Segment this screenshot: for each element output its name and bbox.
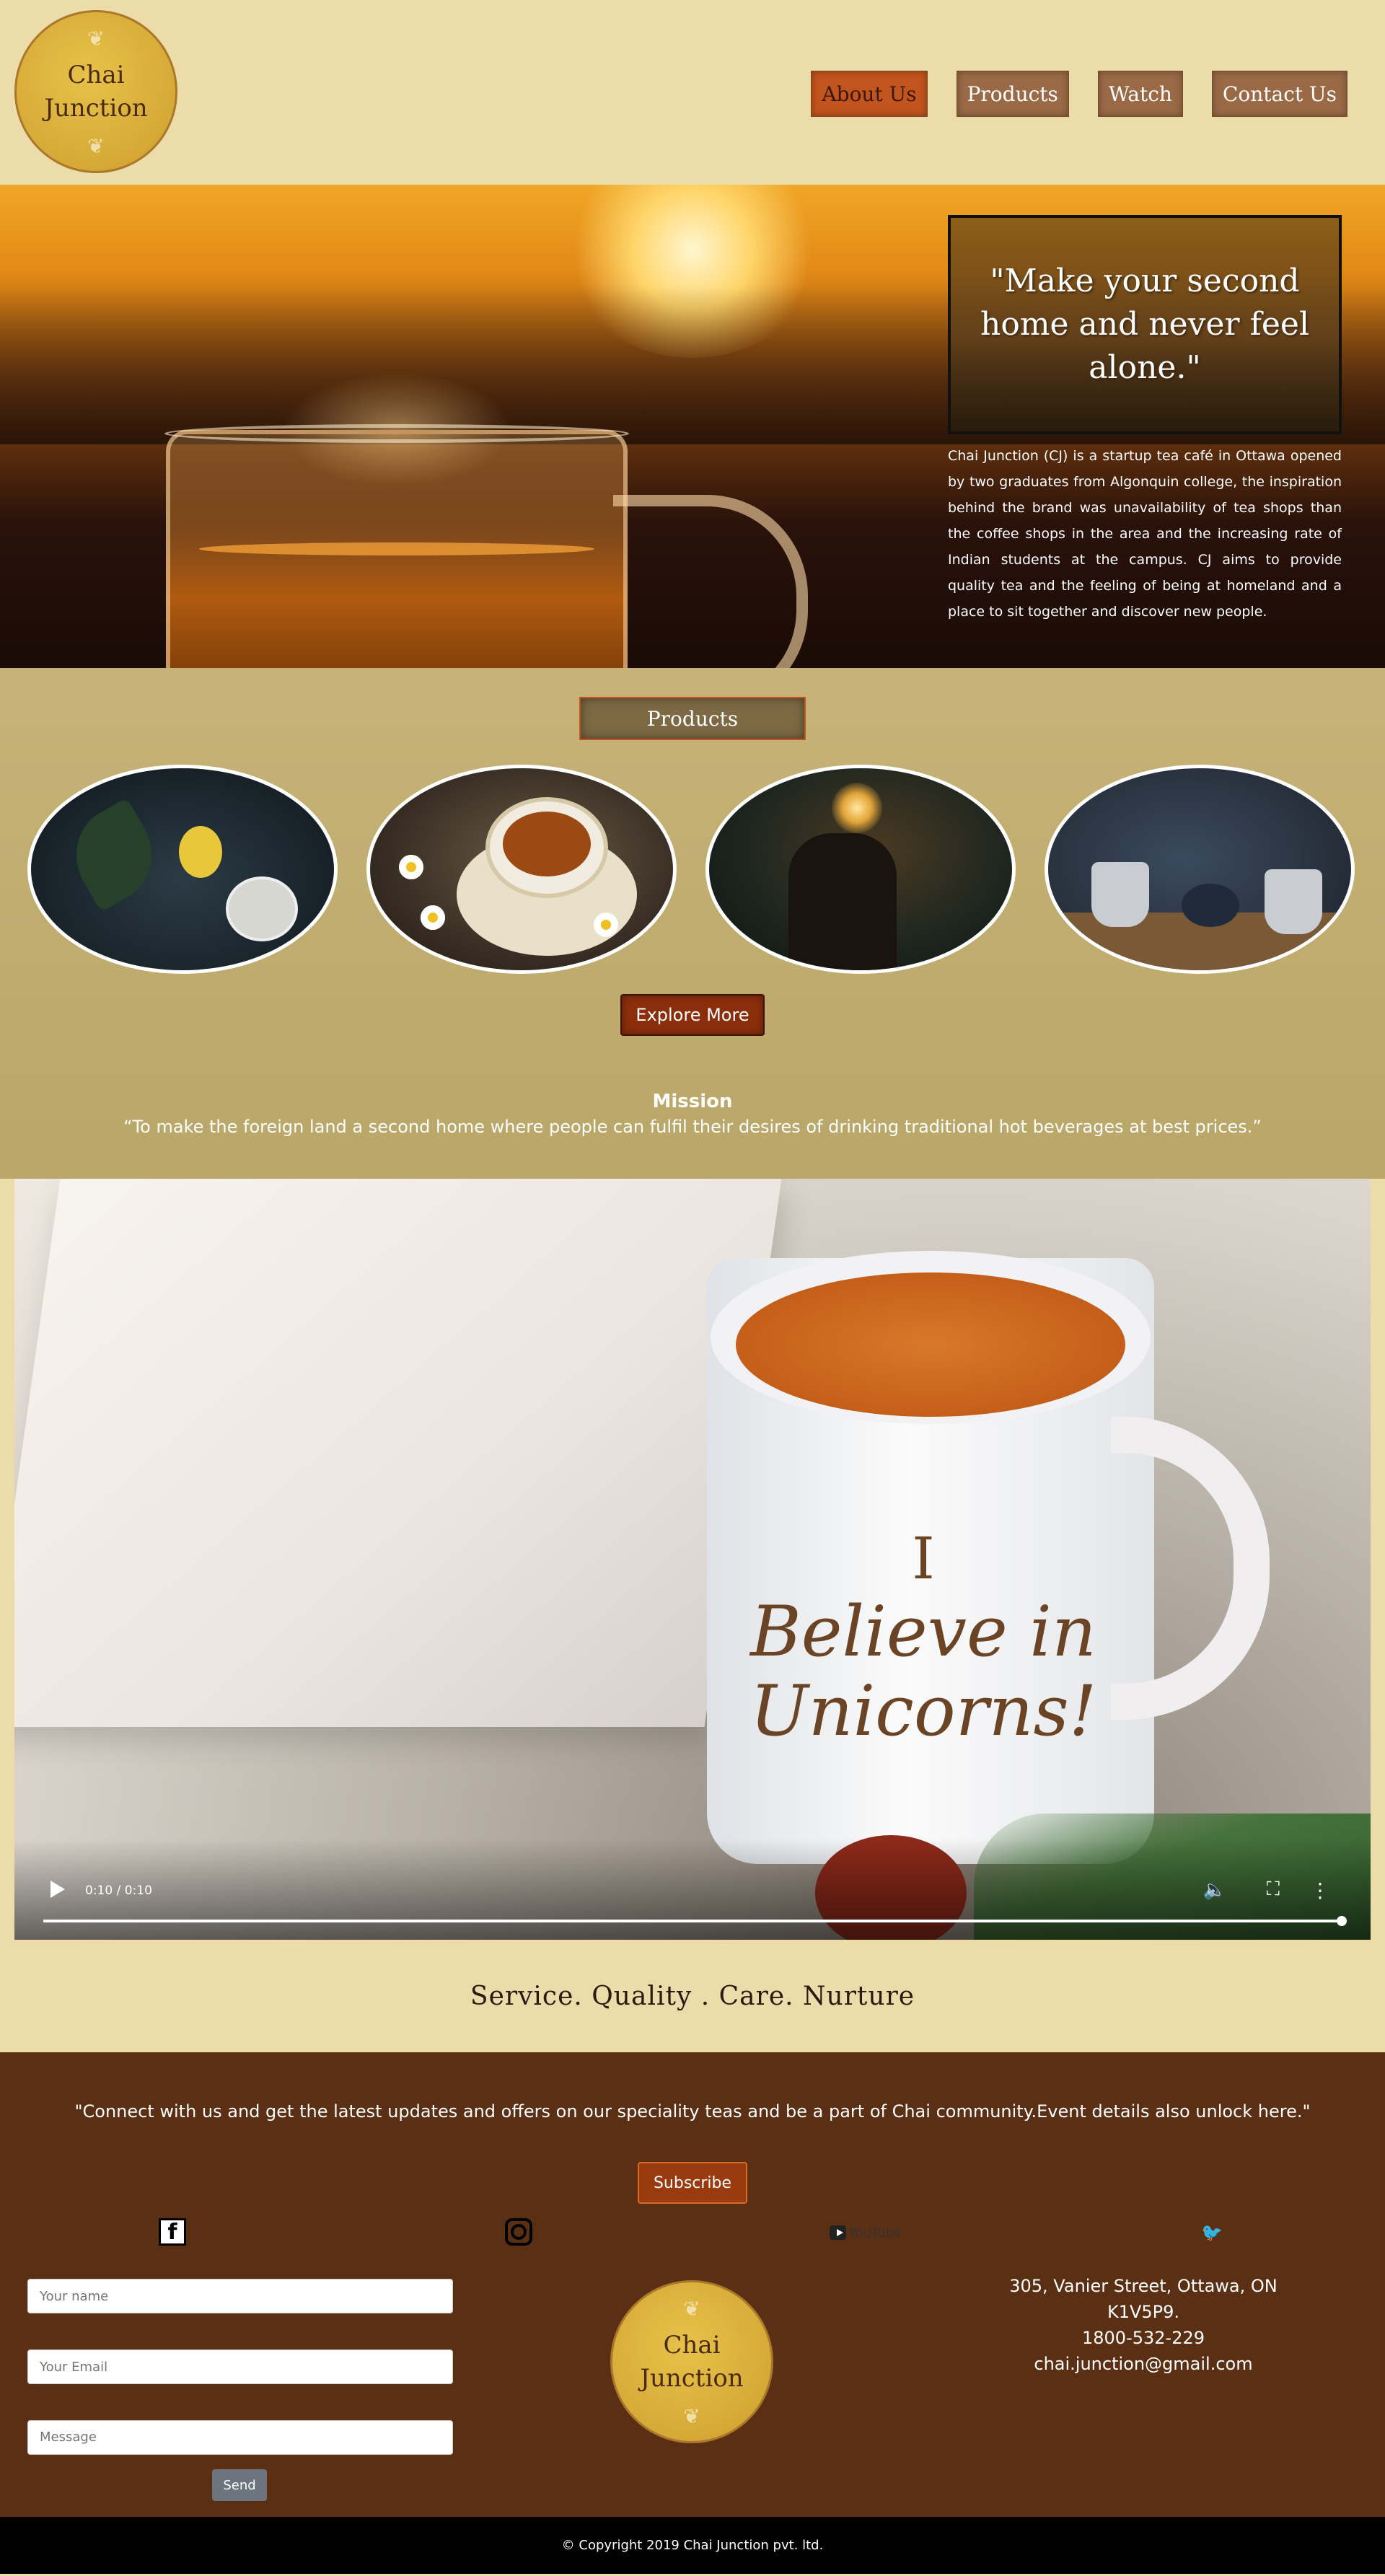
address-line1: 305, Vanier Street, Ottawa, ON <box>1009 2276 1278 2296</box>
products-heading: Products <box>579 697 806 740</box>
message-input[interactable] <box>27 2420 453 2455</box>
hero-section: "Make your second home and never feel al… <box>0 185 1385 668</box>
product-gallery <box>27 765 1355 974</box>
chai-junction-logo[interactable]: ❦ Chai Junction ❦ <box>14 10 177 173</box>
video-scrubber[interactable] <box>1337 1916 1347 1926</box>
nav-products[interactable]: Products <box>956 71 1069 117</box>
tagline-section: Service. Quality . Care. Nurture <box>0 1940 1385 2052</box>
tea-glass-handle <box>613 495 808 668</box>
book-image <box>14 1179 782 1727</box>
email-address[interactable]: chai.junction@gmail.com <box>981 2351 1306 2377</box>
logo-text-line2: Junction <box>44 94 148 123</box>
fullscreen-icon[interactable]: ⛶ <box>1267 1878 1280 1901</box>
nav-contact-us[interactable]: Contact Us <box>1211 71 1347 117</box>
facebook-icon[interactable]: f <box>159 2218 186 2246</box>
product-image-candle-cafe[interactable] <box>705 765 1016 974</box>
contact-info: 305, Vanier Street, Ottawa, ON K1V5P9. 1… <box>981 2273 1306 2377</box>
more-options-icon[interactable]: ⋮ <box>1310 1878 1330 1902</box>
footer-logo: ❦ Chai Junction ❦ <box>610 2280 773 2443</box>
subscribe-button[interactable]: Subscribe <box>638 2162 747 2204</box>
video-progress-bar[interactable] <box>43 1916 1347 1926</box>
ornament-icon: ❦ <box>87 27 105 50</box>
email-input[interactable] <box>27 2349 453 2384</box>
mug-print: I Believe in Unicorns! <box>749 1525 1097 1751</box>
site-header: ❦ Chai Junction ❦ About Us Products Watc… <box>0 0 1385 185</box>
send-button[interactable]: Send <box>212 2469 267 2501</box>
video-controls: 0:10 / 0:10 🔈 ⛶ ⋮ <box>14 1839 1371 1940</box>
instagram-icon[interactable] <box>505 2218 532 2246</box>
watch-section: I Believe in Unicorns! 0:10 / 0:10 🔈 ⛶ ⋮ <box>0 1179 1385 1940</box>
address-line2: K1V5P9. <box>1107 2302 1180 2322</box>
mission-statement: “To make the foreign land a second home … <box>123 1117 1262 1137</box>
name-input[interactable] <box>27 2279 453 2313</box>
hero-quote: "Make your second home and never feel al… <box>980 263 1310 386</box>
footer-logo-line1: Chai <box>663 2331 721 2360</box>
video-player[interactable]: I Believe in Unicorns! 0:10 / 0:10 🔈 ⛶ ⋮ <box>14 1179 1371 1940</box>
volume-icon[interactable]: 🔈 <box>1203 1879 1226 1901</box>
hero-quote-box: "Make your second home and never feel al… <box>948 215 1342 434</box>
product-image-chamomile-tea[interactable] <box>366 765 677 974</box>
connect-text: "Connect with us and get the latest upda… <box>74 2101 1311 2122</box>
ornament-icon: ❦ <box>87 134 105 158</box>
ornament-icon: ❦ <box>683 2297 700 2321</box>
copyright-text: © Copyright 2019 Chai Junction pvt. ltd. <box>561 2538 824 2553</box>
youtube-icon[interactable]: YouTube <box>830 2218 902 2247</box>
play-icon[interactable] <box>50 1881 65 1898</box>
logo-text-line1: Chai <box>67 61 125 89</box>
contact-form <box>27 2279 453 2491</box>
nav-watch[interactable]: Watch <box>1097 71 1183 117</box>
site-footer: "Connect with us and get the latest upda… <box>0 2052 1385 2517</box>
ornament-icon: ❦ <box>683 2404 700 2428</box>
nav-about-us[interactable]: About Us <box>811 71 928 117</box>
twitter-icon[interactable]: 🐦 <box>1197 2218 1226 2247</box>
product-image-herbal-tea[interactable] <box>27 765 338 974</box>
products-section: Products Explore More Mission “To make t… <box>0 668 1385 1179</box>
main-nav: About Us Products Watch Contact Us <box>811 71 1347 117</box>
video-progress-fill <box>43 1920 1342 1922</box>
tea-glass-image <box>164 424 629 668</box>
youtube-label: YouTube <box>848 2225 902 2241</box>
phone-number: 1800-532-229 <box>1081 2328 1205 2348</box>
tagline: Service. Quality . Care. Nurture <box>470 1981 915 2011</box>
explore-more-button[interactable]: Explore More <box>620 994 765 1036</box>
footer-logo-line2: Junction <box>640 2364 744 2393</box>
mission-title: Mission <box>652 1091 733 1112</box>
about-paragraph: Chai Junction (CJ) is a startup tea café… <box>948 448 1342 620</box>
copyright-bar: © Copyright 2019 Chai Junction pvt. ltd. <box>0 2517 1385 2574</box>
video-time: 0:10 / 0:10 <box>85 1883 152 1898</box>
product-image-friends-tea[interactable] <box>1045 765 1355 974</box>
